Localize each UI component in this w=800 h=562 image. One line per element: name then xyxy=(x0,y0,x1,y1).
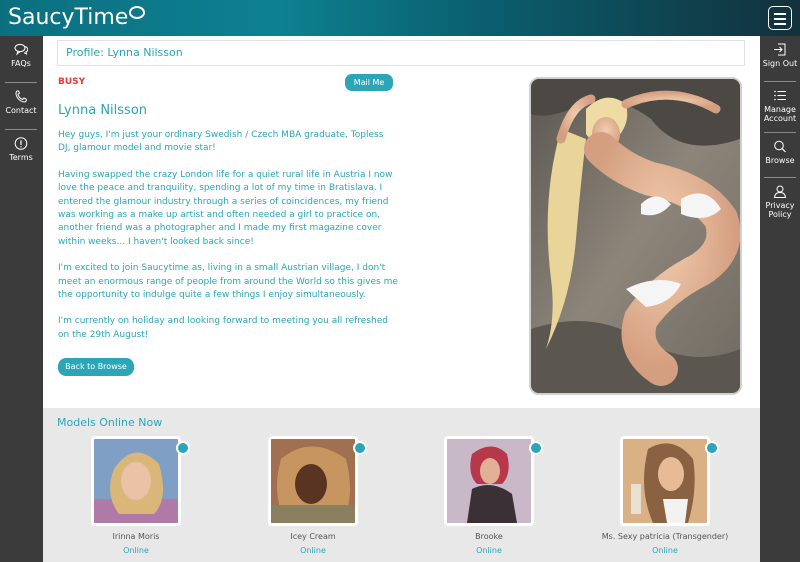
model-status: Online xyxy=(123,546,149,555)
sidebar-item-terms[interactable]: Terms xyxy=(0,130,42,176)
bio-paragraph: I'm excited to join Saucytime as, living… xyxy=(58,263,398,301)
logo[interactable]: SaucyTime xyxy=(8,4,146,32)
bio-paragraph: Hey guys, I'm just your ordinary Swedish… xyxy=(58,130,384,154)
model-thumbnail[interactable] xyxy=(620,436,710,526)
profile-name: Lynna Nilsson xyxy=(58,103,148,118)
logo-text: SaucyTime xyxy=(8,5,129,30)
model-thumbnail[interactable] xyxy=(268,436,358,526)
model-card[interactable]: Ms. Sexy patricia (Transgender) Online xyxy=(577,436,753,555)
sidebar-item-privacy-policy[interactable]: Privacy Policy xyxy=(760,178,800,232)
model-card[interactable]: Irinna Moris Online xyxy=(48,436,224,555)
model-name: Ms. Sexy patricia (Transgender) xyxy=(601,532,729,541)
sidebar-item-label: Manage Account xyxy=(763,105,797,123)
sidebar-item-manage-account[interactable]: Manage Account xyxy=(760,82,800,132)
model-photo xyxy=(94,439,178,523)
model-card[interactable]: Icey Cream Online xyxy=(225,436,401,555)
model-photo xyxy=(623,439,707,523)
info-icon xyxy=(14,137,28,150)
back-to-browse-button[interactable]: Back to Browse xyxy=(58,358,134,376)
profile-bio: Hey guys, I'm just your ordinary Swedish… xyxy=(58,129,398,355)
model-thumbnail[interactable] xyxy=(444,436,534,526)
model-status: Online xyxy=(476,546,502,555)
sidebar-item-label: Contact xyxy=(5,106,37,115)
sign-out-icon xyxy=(774,43,786,56)
model-photo xyxy=(447,439,531,523)
hamburger-menu-button[interactable] xyxy=(768,6,792,30)
video-camera-icon xyxy=(176,441,190,455)
sidebar-item-browse[interactable]: Browse xyxy=(760,133,800,177)
menu-line xyxy=(774,13,786,15)
sidebar-item-label: Privacy Policy xyxy=(765,201,795,219)
sidebar-item-sign-out[interactable]: Sign Out xyxy=(760,36,800,81)
status-badge: BUSY xyxy=(58,77,86,87)
page-title: Profile: Lynna Nilsson xyxy=(57,40,745,66)
user-icon xyxy=(773,185,787,198)
profile-main: Profile: Lynna Nilsson BUSY Mail Me Lynn… xyxy=(43,36,760,408)
model-name: Icey Cream xyxy=(290,532,336,541)
model-name: Brooke xyxy=(475,532,503,541)
bio-paragraph: Having swapped the crazy London life for… xyxy=(58,169,393,247)
sidebar-item-label: Terms xyxy=(9,153,33,162)
model-card[interactable]: Brooke Online xyxy=(401,436,577,555)
menu-line xyxy=(774,23,786,25)
right-sidebar: Sign Out Manage Account Browse Privacy P… xyxy=(760,36,800,562)
section-title: Models Online Now xyxy=(57,416,163,429)
search-icon xyxy=(774,140,786,153)
sidebar-item-faqs[interactable]: FAQs xyxy=(0,36,42,82)
logo-bubble-icon xyxy=(129,6,146,19)
sidebar-item-label: Browse xyxy=(765,156,795,165)
top-header: SaucyTime xyxy=(0,0,800,36)
video-camera-icon xyxy=(529,441,543,455)
video-camera-icon xyxy=(705,441,719,455)
model-photo xyxy=(271,439,355,523)
model-status: Online xyxy=(652,546,678,555)
sidebar-item-label: Sign Out xyxy=(762,59,798,68)
model-thumbnail[interactable] xyxy=(91,436,181,526)
model-name: Irinna Moris xyxy=(112,532,160,541)
sidebar-item-contact[interactable]: Contact xyxy=(0,83,42,129)
left-sidebar: FAQs Contact Terms xyxy=(0,36,42,562)
phone-icon xyxy=(15,90,27,103)
models-online-section: Models Online Now Irinna Moris Online Ic… xyxy=(43,408,760,562)
bio-paragraph: I'm currently on holiday and looking for… xyxy=(58,316,388,340)
profile-photo[interactable] xyxy=(529,77,742,395)
profile-photo-image xyxy=(531,79,740,393)
mail-me-button[interactable]: Mail Me xyxy=(345,74,393,91)
menu-line xyxy=(774,18,786,20)
video-camera-icon xyxy=(353,441,367,455)
model-status: Online xyxy=(300,546,326,555)
chat-bubbles-icon xyxy=(14,43,28,56)
list-icon xyxy=(774,90,786,101)
sidebar-item-label: FAQs xyxy=(11,59,31,68)
